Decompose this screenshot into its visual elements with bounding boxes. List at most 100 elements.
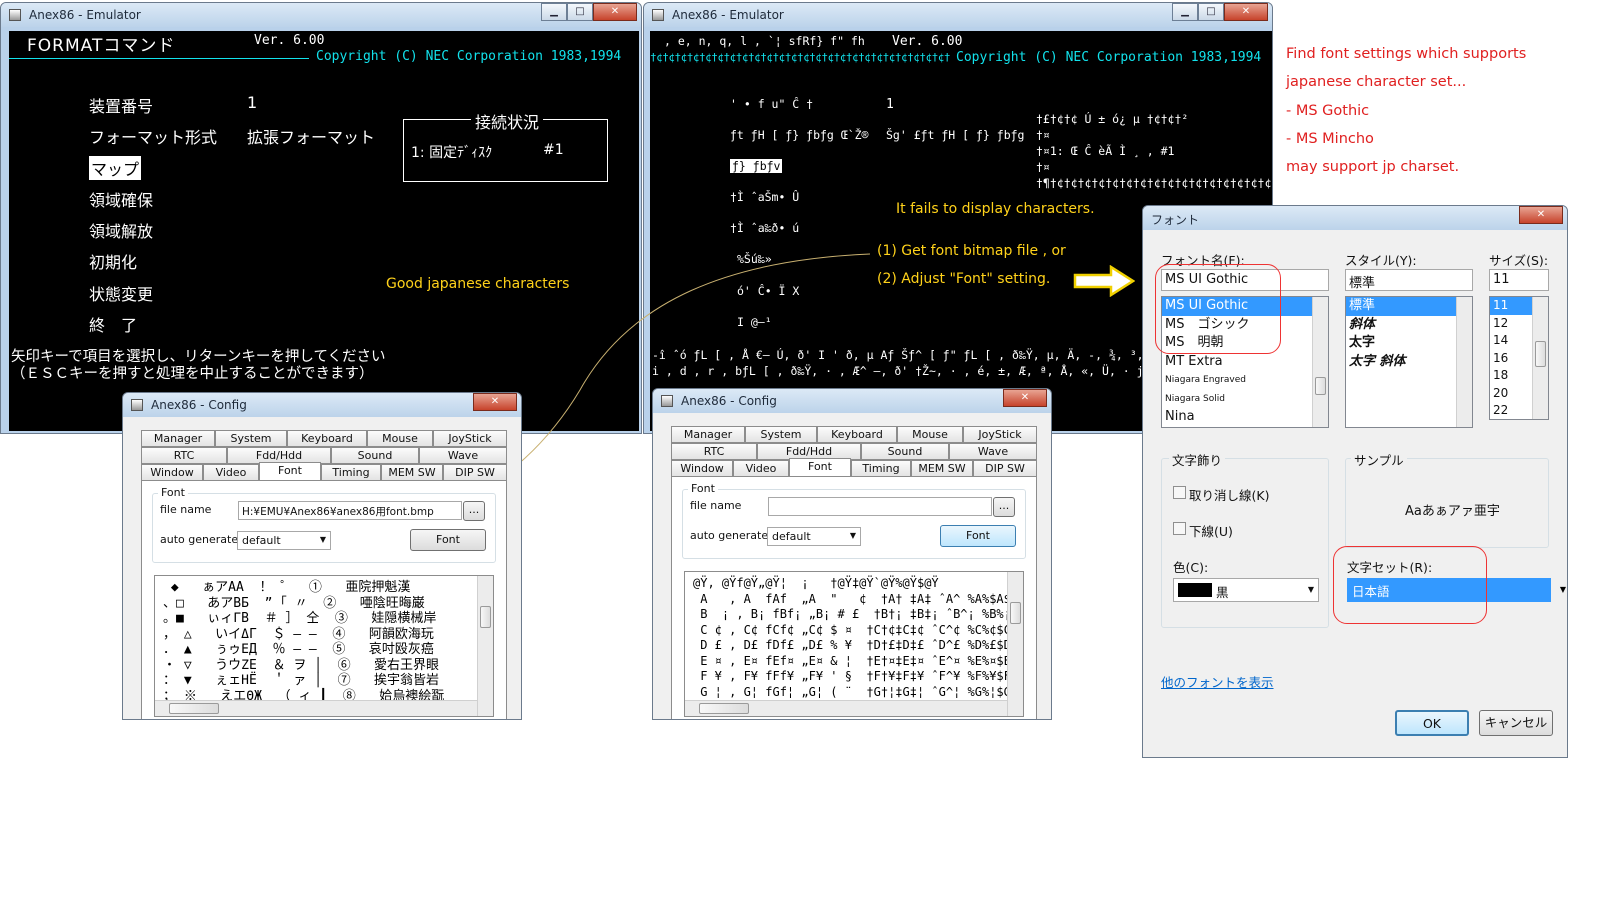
tab-joystick[interactable]: JoyStick (433, 430, 507, 447)
window-titlebar[interactable]: Anex86 - Config ✕ (123, 393, 521, 417)
maximize-button[interactable]: □ (1198, 3, 1224, 21)
tab-rtc[interactable]: RTC (671, 443, 757, 460)
ok-button[interactable]: OK (1395, 710, 1469, 736)
font-option[interactable]: Nina (1162, 408, 1328, 427)
auto-generate-select[interactable]: default ▼ (767, 527, 861, 546)
window-titlebar[interactable]: Anex86 - Config ✕ (653, 389, 1051, 413)
menu-device[interactable]: ' • f u" Ĉ † (730, 97, 813, 111)
tab-wave[interactable]: Wave (949, 443, 1037, 460)
tab-dip-sw[interactable]: DIP SW (443, 464, 507, 481)
tab-mouse[interactable]: Mouse (897, 426, 963, 443)
scroll-thumb[interactable] (169, 703, 219, 714)
menu-release[interactable]: †Ì ˆa‰ð• ú (730, 221, 799, 235)
size-input[interactable]: 11 (1489, 269, 1549, 291)
minimize-button[interactable]: ▁ (1172, 3, 1198, 21)
scroll-thumb[interactable] (1315, 377, 1326, 395)
tab-mem-sw[interactable]: MEM SW (911, 460, 973, 477)
style-option[interactable]: 太字 斜体 (1346, 353, 1472, 372)
menu-change-status[interactable]: 状態変更 (89, 281, 153, 305)
style-option[interactable]: 標準 (1346, 297, 1456, 316)
size-option[interactable]: 11 (1490, 297, 1532, 315)
connection-title: 接続状況 (471, 109, 544, 133)
horizontal-scrollbar[interactable] (155, 700, 477, 716)
vertical-scrollbar[interactable] (1456, 297, 1472, 427)
menu-format-type[interactable]: ƒt ƒH [ ƒ} ƒbƒg Œ`Ž® (730, 128, 868, 142)
tab-sound[interactable]: Sound (861, 443, 949, 460)
vertical-scrollbar[interactable] (1532, 297, 1548, 419)
font-option[interactable]: MT Extra (1162, 353, 1328, 372)
font-option[interactable]: Niagara Engraved (1162, 371, 1328, 390)
tab-wave[interactable]: Wave (419, 447, 507, 464)
menu-map[interactable]: ƒ} ƒbƒv (730, 159, 783, 173)
close-button[interactable]: ✕ (1003, 389, 1047, 407)
menu-initialize[interactable]: 初期化 (89, 249, 137, 273)
tab-sound[interactable]: Sound (331, 447, 419, 464)
size-list[interactable]: 11 12 14 16 18 20 22 (1489, 296, 1549, 420)
menu-allocate[interactable]: †Ì ˆaŠm• Û (730, 190, 799, 204)
scroll-thumb[interactable] (699, 703, 749, 714)
font-option[interactable]: Niagara Solid (1162, 390, 1328, 409)
close-button[interactable]: ✕ (1224, 3, 1268, 21)
tab-rtc[interactable]: RTC (141, 447, 227, 464)
auto-generate-select[interactable]: default ▼ (237, 531, 331, 550)
tab-dip-sw[interactable]: DIP SW (973, 460, 1037, 477)
file-name-input[interactable]: H:¥EMU¥Anex86¥anex86用font.bmp (238, 501, 462, 520)
more-fonts-link[interactable]: 他のフォントを表示 (1161, 672, 1274, 691)
tab-window[interactable]: Window (141, 464, 203, 481)
tab-manager[interactable]: Manager (671, 426, 745, 443)
horizontal-scrollbar[interactable] (685, 700, 1007, 716)
tab-system[interactable]: System (745, 426, 817, 443)
minimize-button[interactable]: ▁ (541, 3, 567, 21)
window-titlebar[interactable]: Anex86 - Emulator ▁ □ ✕ (644, 3, 1272, 27)
menu-release[interactable]: 領域解放 (89, 218, 153, 242)
menu-map[interactable]: マップ (89, 156, 142, 180)
vertical-scrollbar[interactable] (477, 576, 493, 716)
tab-video[interactable]: Video (203, 464, 259, 481)
tab-video[interactable]: Video (733, 460, 789, 477)
auto-generate-value: default (242, 534, 281, 547)
tab-system[interactable]: System (215, 430, 287, 447)
tab-font[interactable]: Font (789, 458, 851, 477)
close-button[interactable]: ✕ (593, 3, 637, 21)
vertical-scrollbar[interactable] (1312, 297, 1328, 427)
tab-timing[interactable]: Timing (321, 464, 381, 481)
dialog-titlebar[interactable]: フォント ✕ (1143, 206, 1567, 230)
strikeout-checkbox[interactable] (1173, 486, 1186, 499)
tab-keyboard[interactable]: Keyboard (287, 430, 367, 447)
font-dialog: フォント ✕ フォント名(F): MS UI Gothic MS UI Goth… (1142, 205, 1568, 758)
tab-keyboard[interactable]: Keyboard (817, 426, 897, 443)
browse-button[interactable]: ... (993, 497, 1015, 517)
style-option[interactable]: 斜体 (1346, 316, 1472, 335)
underline-checkbox[interactable] (1173, 522, 1186, 535)
file-name-input[interactable] (768, 497, 992, 516)
close-button[interactable]: ✕ (473, 393, 517, 411)
menu-exit[interactable]: 終 了 (89, 312, 137, 336)
tab-mouse[interactable]: Mouse (367, 430, 433, 447)
font-preview-grid[interactable]: @Ÿ, @Ÿf@Ÿ„@Ÿ¦ ¡ †@Ÿ‡@Ÿ`@Ÿ%@Ÿ$@Ÿ A , A fA… (684, 571, 1024, 717)
style-input[interactable]: 標準 (1345, 269, 1473, 291)
close-button[interactable]: ✕ (1519, 206, 1563, 224)
tab-window[interactable]: Window (671, 460, 733, 477)
maximize-button[interactable]: □ (567, 3, 593, 21)
scroll-thumb[interactable] (1010, 602, 1021, 624)
scroll-thumb[interactable] (1535, 341, 1546, 367)
menu-format-type[interactable]: フォーマット形式 (89, 124, 217, 148)
cancel-button[interactable]: キャンセル (1479, 710, 1553, 736)
color-select[interactable]: 黒 ▼ (1173, 578, 1319, 602)
tab-manager[interactable]: Manager (141, 430, 215, 447)
vertical-scrollbar[interactable] (1007, 572, 1023, 716)
tab-font[interactable]: Font (259, 462, 321, 481)
font-button[interactable]: Font (410, 529, 486, 551)
menu-allocate[interactable]: 領域確保 (89, 187, 153, 211)
window-titlebar[interactable]: Anex86 - Emulator ▁ □ ✕ (1, 3, 641, 27)
tab-timing[interactable]: Timing (851, 460, 911, 477)
font-button[interactable]: Font (940, 525, 1016, 547)
style-option[interactable]: 太字 (1346, 334, 1472, 353)
scroll-thumb[interactable] (480, 606, 491, 628)
browse-button[interactable]: ... (463, 501, 485, 521)
tab-mem-sw[interactable]: MEM SW (381, 464, 443, 481)
tab-joystick[interactable]: JoyStick (963, 426, 1037, 443)
menu-device[interactable]: 装置番号 (89, 93, 153, 117)
font-preview-grid[interactable]: ◆ ぁアAA ！ ゜ ① 亜院押魁漢 、□ あアBБ ” ｢ 〃 ② 唖陰旺晦巌… (154, 575, 494, 717)
style-list[interactable]: 標準 斜体 太字 太字 斜体 (1345, 296, 1473, 428)
